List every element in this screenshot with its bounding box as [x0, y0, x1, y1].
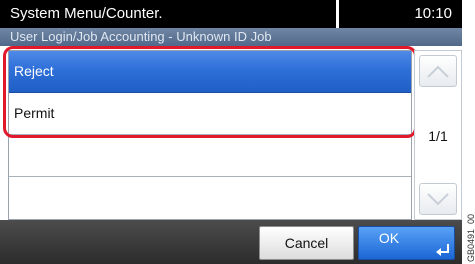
scroll-down-button[interactable]: [419, 183, 457, 215]
chevron-down-icon: [427, 193, 449, 206]
page-title: System Menu/Counter.: [10, 5, 163, 22]
clock: 10:10: [414, 5, 452, 22]
highlight-frame: [3, 46, 417, 138]
title-divider: [336, 0, 339, 28]
footer-bar: Cancel OK: [0, 220, 462, 264]
empty-row: [9, 135, 411, 177]
empty-row: [9, 177, 411, 219]
figure-code-text: GB0491_00: [466, 213, 475, 262]
chevron-up-icon: [427, 65, 449, 78]
title-bar: System Menu/Counter. 10:10: [0, 0, 462, 28]
cancel-button-label: Cancel: [284, 235, 329, 251]
ok-button[interactable]: OK: [358, 226, 455, 260]
breadcrumb-text: User Login/Job Accounting - Unknown ID J…: [10, 29, 272, 44]
scroll-up-button[interactable]: [419, 55, 457, 87]
enter-icon: [436, 244, 449, 256]
ok-button-label: OK: [378, 230, 400, 246]
breadcrumb: User Login/Job Accounting - Unknown ID J…: [0, 28, 462, 46]
panel-screen: System Menu/Counter. 10:10 User Login/Jo…: [0, 0, 462, 264]
cancel-button[interactable]: Cancel: [259, 226, 354, 260]
page-indicator: 1/1: [428, 128, 448, 144]
figure-code: GB0491_00: [466, 196, 475, 262]
scroll-column: 1/1: [414, 50, 462, 220]
